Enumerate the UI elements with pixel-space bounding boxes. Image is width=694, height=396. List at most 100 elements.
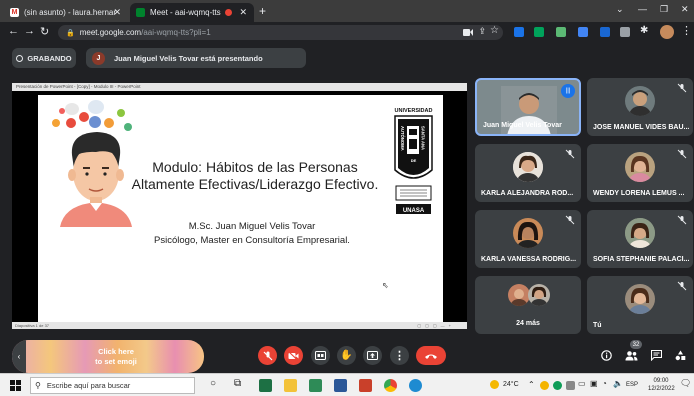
- activities-button[interactable]: [672, 347, 688, 363]
- maximize-button[interactable]: ❐: [660, 4, 668, 15]
- svg-text:DE: DE: [411, 158, 417, 163]
- chat-button[interactable]: [648, 347, 664, 363]
- clock[interactable]: 09:00 12/2/2022: [648, 377, 675, 393]
- star-icon[interactable]: ☆: [490, 25, 499, 36]
- excel-icon[interactable]: [259, 379, 272, 392]
- task-view-icon[interactable]: ⧉: [234, 378, 241, 389]
- cortana-icon[interactable]: ○: [210, 378, 216, 389]
- participant-tile[interactable]: KARLA ALEJANDRA ROD...: [475, 144, 581, 202]
- recording-badge[interactable]: GRABANDO: [12, 48, 76, 68]
- taskbar-search-box[interactable]: ⚲ Escribe aquí para buscar: [30, 377, 195, 394]
- participant-tile[interactable]: JOSE MANUEL VIDES BAU...: [587, 78, 693, 136]
- raise-hand-button[interactable]: ✋: [337, 346, 356, 365]
- participant-tile[interactable]: WENDY LORENA LEMUS ...: [587, 144, 693, 202]
- svg-text:UNIVERSIDAD: UNIVERSIDAD: [395, 108, 433, 114]
- edge-icon[interactable]: [409, 379, 422, 392]
- weather-temp[interactable]: 24°C: [503, 381, 519, 388]
- camera-icon[interactable]: [463, 28, 473, 37]
- more-options-button[interactable]: ⋮: [390, 346, 409, 365]
- chevron-left-icon[interactable]: ‹: [12, 340, 26, 373]
- file-explorer-icon[interactable]: [284, 379, 297, 392]
- notifications-icon[interactable]: 🗨: [680, 378, 691, 389]
- slide-title-line1: Modulo: Hábitos de las Personas: [152, 159, 358, 175]
- captions-button[interactable]: [311, 346, 330, 365]
- tray-app-icon[interactable]: [553, 381, 562, 390]
- chat-icon: [650, 349, 662, 361]
- close-tab-icon[interactable]: ✕: [239, 7, 247, 18]
- slide-author: M.Sc. Juan Miguel Velis Tovar: [188, 221, 316, 232]
- participant-tile[interactable]: ||| Juan Miguel Velis Tovar: [475, 78, 581, 136]
- participant-tile[interactable]: SOFIA STEPHANIE PALACI...: [587, 210, 693, 268]
- new-tab-button[interactable]: +: [259, 4, 266, 18]
- windows-taskbar: ⚲ Escribe aquí para buscar ○ ⧉ 24°C ⌃ ▭ …: [0, 373, 694, 396]
- battery-icon[interactable]: ▭: [578, 379, 586, 388]
- view-buttons[interactable]: ▢▢▢—+: [417, 322, 455, 329]
- participant-avatar: [528, 284, 550, 306]
- participant-tile-others[interactable]: 24 más: [475, 276, 581, 334]
- extensions-puzzle-icon[interactable]: ✱: [640, 25, 648, 36]
- chevron-up-icon[interactable]: ⌃: [528, 380, 535, 389]
- reload-button[interactable]: ↻: [40, 25, 49, 38]
- tray-app-icon[interactable]: [566, 381, 575, 390]
- presentation-view[interactable]: Presentación de PowerPoint - [Copy] - Mo…: [12, 83, 467, 329]
- volume-icon[interactable]: 🔈: [613, 379, 623, 388]
- participant-name: KARLA ALEJANDRA ROD...: [481, 190, 574, 197]
- tab-gmail[interactable]: M (sin asunto) - laura.hernandez@... ✕: [4, 3, 128, 22]
- address-bar: ← → ↻ 🔒 meet.google.com/aai-wqmq-tts?pli…: [0, 22, 694, 42]
- extension-icon[interactable]: [514, 27, 524, 37]
- extension-icon[interactable]: [556, 27, 566, 37]
- extension-icon[interactable]: [600, 27, 610, 37]
- language-indicator[interactable]: ESP: [626, 382, 638, 388]
- close-window-button[interactable]: ✕: [681, 4, 689, 15]
- participant-tile-self[interactable]: Tú: [587, 276, 693, 334]
- set-emoji-prompt[interactable]: Click here to set emoji: [82, 347, 150, 367]
- mouse-cursor-icon: ⇖: [382, 281, 389, 290]
- menu-dots-icon[interactable]: ⋮: [681, 24, 692, 37]
- presenter-avatar: J: [92, 51, 105, 65]
- powerpoint-icon[interactable]: [359, 379, 372, 392]
- extension-icon[interactable]: [578, 27, 588, 37]
- url-field[interactable]: 🔒 meet.google.com/aai-wqmq-tts?pli=1 ⇪ ☆: [58, 25, 503, 40]
- emoji-reaction-bar[interactable]: ‹ Click here to set emoji: [12, 340, 204, 373]
- presenting-banner[interactable]: J Juan Miguel Velis Tovar está presentan…: [86, 48, 306, 68]
- emoji-prompt-line1: Click here: [98, 347, 134, 356]
- participant-tile[interactable]: KARLA VANESSA RODRIG...: [475, 210, 581, 268]
- svg-text:UNASA: UNASA: [403, 208, 425, 214]
- leave-call-button[interactable]: [416, 346, 446, 365]
- tray-app-icon[interactable]: [540, 381, 549, 390]
- camera-toggle-button[interactable]: [284, 346, 303, 365]
- minimize-button[interactable]: —: [638, 4, 647, 14]
- profile-avatar[interactable]: [660, 25, 674, 39]
- powerpoint-window-title: Presentación de PowerPoint - [Copy] - Mo…: [16, 84, 141, 89]
- participant-name: Tú: [593, 322, 602, 329]
- forward-button[interactable]: →: [24, 25, 35, 37]
- recording-dot-icon: [225, 9, 232, 16]
- calculator-icon[interactable]: [309, 379, 322, 392]
- chrome-icon[interactable]: [384, 379, 397, 392]
- back-button[interactable]: ←: [8, 25, 19, 37]
- url-host: meet.google.com: [79, 28, 142, 37]
- closed-captions-icon: [315, 351, 326, 360]
- chevron-down-icon[interactable]: ⌄: [616, 4, 624, 15]
- recording-label: GRABANDO: [27, 53, 72, 63]
- meeting-details-button[interactable]: [598, 347, 614, 363]
- present-now-button[interactable]: [363, 346, 382, 365]
- mic-toggle-button[interactable]: [258, 346, 277, 365]
- extension-icon[interactable]: [620, 27, 630, 37]
- display-icon[interactable]: ▣: [590, 379, 598, 388]
- wifi-icon[interactable]: ◔: [602, 379, 607, 388]
- hang-up-icon: [425, 354, 437, 359]
- slide-title: Modulo: Hábitos de las Personas Altament…: [110, 159, 400, 193]
- participant-name: SOFIA STEPHANIE PALACI...: [593, 256, 690, 263]
- windows-start-icon[interactable]: [10, 380, 21, 391]
- word-icon[interactable]: [334, 379, 347, 392]
- tab-meet[interactable]: Meet - aai-wqmq-tts ✕: [130, 3, 254, 22]
- people-button[interactable]: [623, 347, 639, 363]
- taskbar-search-placeholder: Escribe aquí para buscar: [46, 381, 131, 390]
- slide-counter: Diapositiva 1 de 37: [15, 323, 50, 328]
- close-tab-icon[interactable]: ✕: [113, 7, 121, 18]
- extension-icon[interactable]: [534, 27, 544, 37]
- hand-icon: ✋: [340, 350, 353, 361]
- share-icon[interactable]: ⇪: [478, 26, 486, 37]
- search-icon: ⚲: [35, 381, 41, 390]
